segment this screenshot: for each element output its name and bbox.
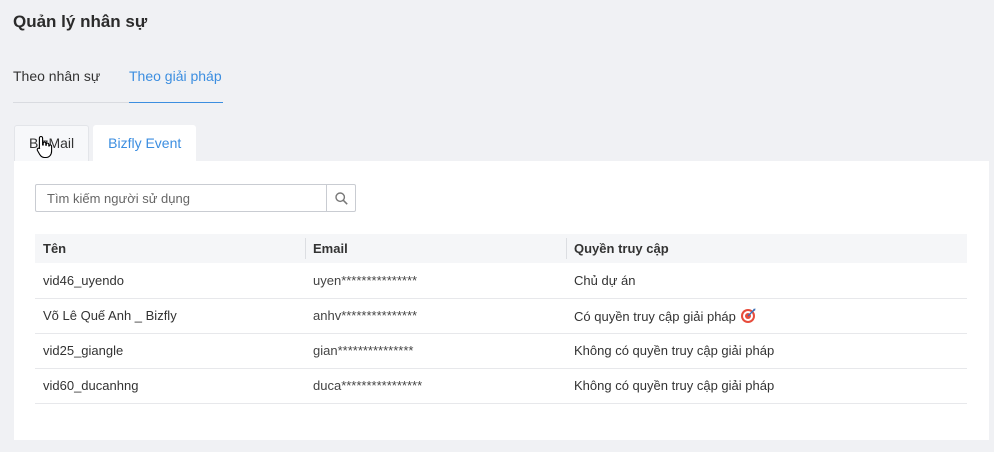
table-row[interactable]: vid25_giangle gian*************** Không … [35, 333, 967, 369]
tab-theo-nhan-su[interactable]: Theo nhân sự [13, 66, 129, 103]
header-name: Tên [35, 234, 305, 263]
cell-name: vid60_ducanhng [35, 368, 305, 404]
table-header-row: Tên Email Quyền truy cập [35, 234, 967, 263]
cell-access: Chủ dự án [566, 263, 967, 299]
cell-name: Võ Lê Quế Anh _ Bizfly [35, 298, 305, 334]
cell-name: vid46_uyendo [35, 263, 305, 299]
search-box [35, 184, 356, 212]
page-title: Quản lý nhân sự [13, 12, 148, 31]
main-tabs: Theo nhân sự Theo giải pháp [13, 66, 223, 103]
cell-access: Có quyền truy cập giải pháp [566, 298, 967, 334]
cell-email: anhv*************** [305, 298, 566, 334]
user-table: Tên Email Quyền truy cập vid46_uyendo uy… [35, 234, 967, 404]
access-text: Có quyền truy cập giải pháp [574, 308, 736, 324]
content-panel: Tên Email Quyền truy cập vid46_uyendo uy… [14, 161, 989, 440]
search-icon [334, 191, 348, 205]
table-row[interactable]: vid46_uyendo uyen*************** Chủ dự … [35, 263, 967, 299]
cell-email: duca**************** [305, 368, 566, 404]
table-row[interactable]: vid60_ducanhng duca**************** Khôn… [35, 368, 967, 404]
target-icon [740, 308, 756, 323]
cell-email: uyen*************** [305, 263, 566, 299]
header-email: Email [305, 234, 566, 263]
table-row[interactable]: Võ Lê Quế Anh _ Bizfly anhv*************… [35, 298, 967, 334]
sub-tabs: BizMail Bizfly Event [14, 125, 197, 161]
header-access: Quyền truy cập [566, 234, 967, 263]
search-button[interactable] [326, 185, 355, 211]
tab-theo-giai-phap[interactable]: Theo giải pháp [129, 66, 223, 103]
search-input[interactable] [36, 185, 326, 211]
cell-access: Không có quyền truy cập giải pháp [566, 368, 967, 404]
cell-name: vid25_giangle [35, 333, 305, 369]
sub-tab-bizmail[interactable]: BizMail [14, 125, 90, 161]
cell-email: gian*************** [305, 333, 566, 369]
sub-tab-bizfly-event[interactable]: Bizfly Event [93, 125, 197, 161]
cell-access: Không có quyền truy cập giải pháp [566, 333, 967, 369]
